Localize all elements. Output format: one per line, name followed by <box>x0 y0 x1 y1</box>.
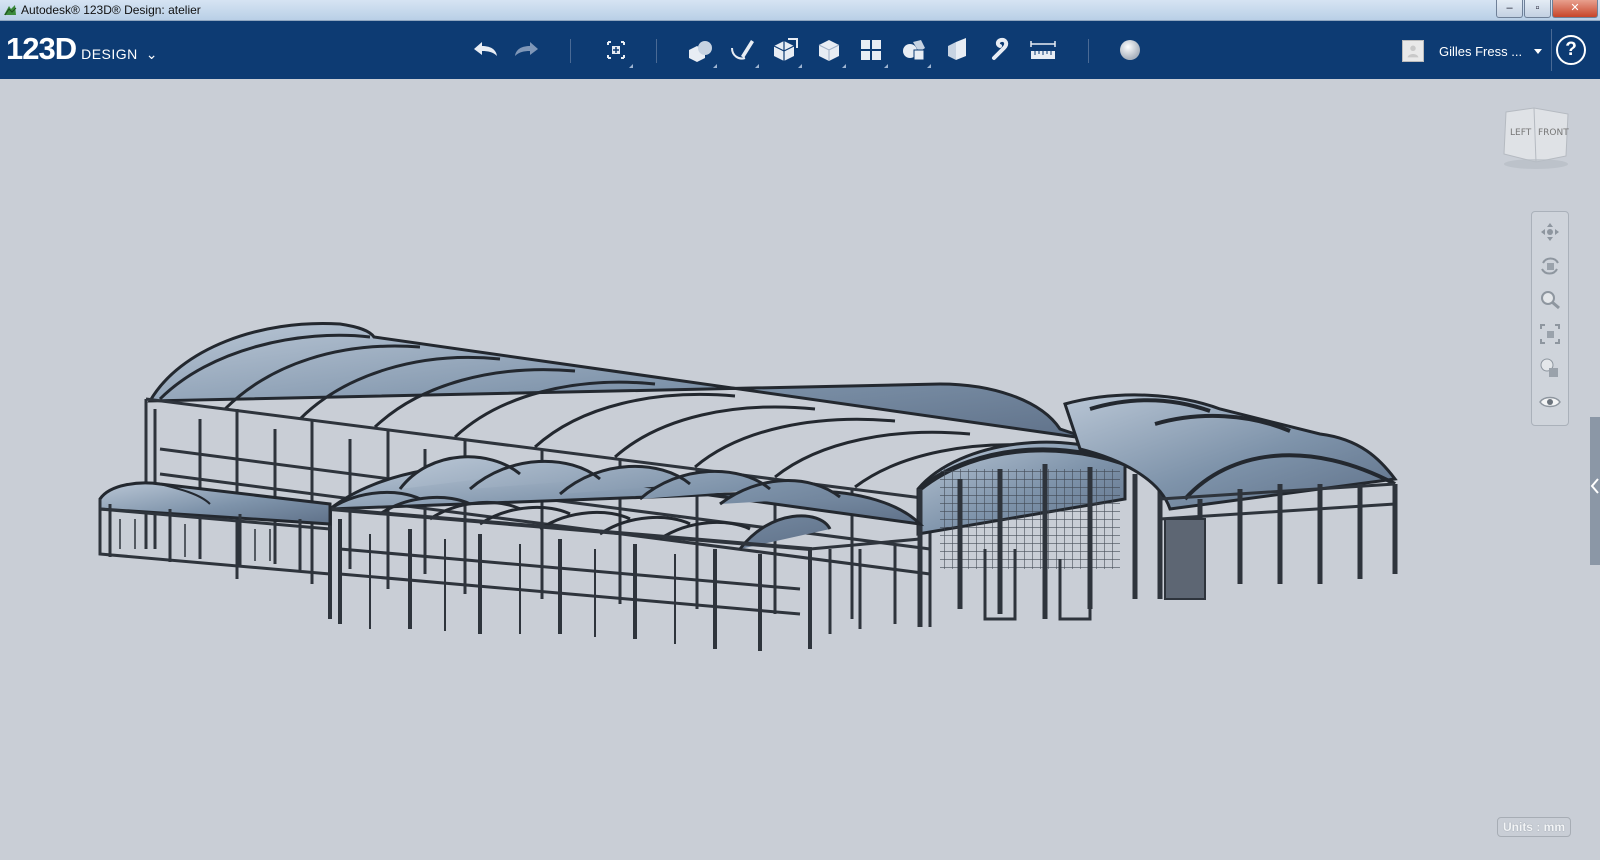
sketch-icon <box>731 40 754 60</box>
redo-icon <box>515 42 538 56</box>
undo-button[interactable] <box>468 34 502 66</box>
app-menu-button[interactable]: 123D DESIGN ⌄ <box>6 31 158 67</box>
pattern-icon <box>861 40 881 60</box>
chevron-down-icon: ⌄ <box>145 46 158 62</box>
visibility-button[interactable] <box>1536 388 1564 416</box>
toolbar-separator <box>570 39 571 63</box>
user-icon <box>1407 45 1419 58</box>
primitives-icon <box>689 41 712 62</box>
material-icon <box>1120 40 1140 60</box>
sketch-button[interactable] <box>725 34 759 68</box>
viewcube-shape <box>1503 107 1569 169</box>
toolbar-separator <box>1551 29 1552 71</box>
fit-button[interactable] <box>1536 320 1564 348</box>
modify-button[interactable] <box>812 34 846 68</box>
transform-button[interactable] <box>599 34 633 68</box>
undo-icon <box>474 42 497 56</box>
user-name[interactable]: Gilles Fress ... <box>1439 44 1522 59</box>
measure-button[interactable] <box>1026 34 1060 66</box>
logo-text: 123D <box>6 31 77 66</box>
help-button[interactable]: ? <box>1556 35 1586 65</box>
close-button[interactable]: ✕ <box>1552 0 1598 18</box>
pattern-button[interactable] <box>854 34 888 68</box>
measure-icon <box>1030 41 1056 59</box>
combine-icon <box>948 38 966 60</box>
material-button[interactable] <box>1113 34 1147 66</box>
navigation-bar <box>1531 211 1569 426</box>
maximize-button[interactable]: ▫ <box>1524 0 1551 18</box>
viewcube-front-face[interactable]: FRONT <box>1538 128 1569 138</box>
modify-icon <box>818 40 840 61</box>
app-toolbar: 123D DESIGN ⌄ Gilles Fress ... ? <box>0 21 1600 79</box>
building-model <box>98 321 1398 651</box>
left-annex <box>98 481 332 576</box>
fit-icon <box>1540 324 1560 344</box>
pan-icon <box>1541 223 1559 241</box>
logo-subtext: DESIGN <box>81 46 138 62</box>
combine-button[interactable] <box>940 34 974 66</box>
viewport-3d[interactable]: LEFT FRONT Units: mm <box>0 79 1600 860</box>
window-controls: – ▫ ✕ <box>1496 0 1598 18</box>
transform-icon <box>607 41 625 59</box>
user-avatar[interactable] <box>1402 40 1424 62</box>
grouping-icon <box>903 40 925 61</box>
user-menu-caret-icon[interactable] <box>1534 49 1542 54</box>
visibility-icon <box>1539 396 1561 408</box>
visual-style-button[interactable] <box>1536 354 1564 382</box>
orbit-icon <box>1541 257 1559 275</box>
grouping-button[interactable] <box>897 34 931 68</box>
toolbar-separator <box>1088 39 1089 63</box>
right-arch-wing <box>916 393 1398 627</box>
snap-icon <box>992 37 1009 60</box>
primitives-button[interactable] <box>683 34 717 68</box>
viewcube-left-face[interactable]: LEFT <box>1510 128 1531 138</box>
viewcube[interactable]: LEFT FRONT <box>1500 106 1572 172</box>
snap-button[interactable] <box>984 34 1018 66</box>
minimize-button[interactable]: – <box>1496 0 1523 18</box>
zoom-icon <box>1541 291 1560 310</box>
redo-button[interactable] <box>510 34 544 66</box>
toolbar-separator <box>656 39 657 63</box>
window-title: Autodesk® 123D® Design: atelier <box>21 3 201 17</box>
construct-button[interactable] <box>768 34 802 68</box>
window-titlebar: Autodesk® 123D® Design: atelier – ▫ ✕ <box>0 0 1600 21</box>
pan-button[interactable] <box>1536 218 1564 246</box>
construct-icon <box>773 38 798 61</box>
app-icon <box>4 5 17 16</box>
units-indicator[interactable]: Units : mm <box>1497 817 1571 837</box>
zoom-button[interactable] <box>1536 286 1564 314</box>
expand-panel-chevron-icon[interactable] <box>1590 471 1600 501</box>
orbit-button[interactable] <box>1536 252 1564 280</box>
visual-style-icon <box>1540 358 1558 377</box>
